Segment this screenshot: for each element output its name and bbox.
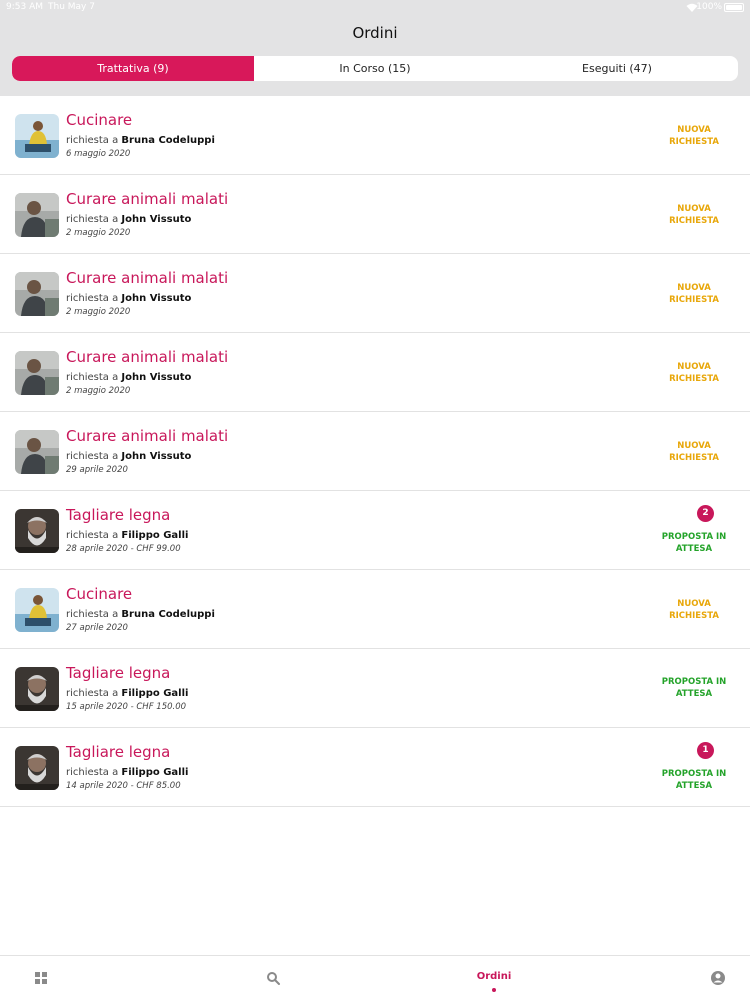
order-meta: 28 aprile 2020 - CHF 99.00 xyxy=(66,544,181,554)
order-row[interactable]: Tagliare legna richiesta a Filippo Galli… xyxy=(0,491,750,570)
order-row[interactable]: Curare animali malati richiesta a John V… xyxy=(0,333,750,412)
status-label: NUOVA RICHIESTA xyxy=(669,441,719,463)
battery-percent: 100% xyxy=(696,2,722,12)
profile-icon[interactable] xyxy=(710,970,726,986)
avatar xyxy=(15,351,59,395)
status-label: NUOVA RICHIESTA xyxy=(669,283,719,305)
order-row[interactable]: Curare animali malati richiesta a John V… xyxy=(0,254,750,333)
page-title: Ordini xyxy=(352,24,398,42)
avatar xyxy=(15,746,59,790)
tab-bar: Ordini xyxy=(0,955,750,1000)
status-label: PROPOSTA IN ATTESA xyxy=(661,677,727,699)
order-title: Tagliare legna xyxy=(66,506,171,524)
notification-badge: 1 xyxy=(697,742,714,759)
requester-name: John Vissuto xyxy=(121,372,192,383)
order-meta: 6 maggio 2020 xyxy=(66,149,131,159)
avatar xyxy=(15,509,59,553)
status-bar: 9:53 AM Thu May 7 100% xyxy=(6,2,744,14)
active-tab-indicator xyxy=(492,988,496,992)
order-subtitle: richiesta a Filippo Galli xyxy=(66,530,188,541)
requester-prefix: richiesta a xyxy=(66,372,119,383)
avatar xyxy=(15,430,59,474)
avatar xyxy=(15,272,59,316)
orders-list: Cucinare richiesta a Bruna Codeluppi 6 m… xyxy=(0,96,750,807)
status-label: PROPOSTA IN ATTESA xyxy=(661,532,727,554)
requester-name: Filippo Galli xyxy=(121,530,189,541)
order-row[interactable]: Curare animali malati richiesta a John V… xyxy=(0,175,750,254)
notification-badge: 2 xyxy=(697,505,714,522)
order-title: Cucinare xyxy=(66,111,133,129)
status-date: Thu May 7 xyxy=(48,2,95,12)
order-row[interactable]: Cucinare richiesta a Bruna Codeluppi 6 m… xyxy=(0,96,750,175)
order-subtitle: richiesta a John Vissuto xyxy=(66,451,191,462)
search-icon[interactable] xyxy=(265,970,281,986)
battery-icon xyxy=(724,3,744,12)
segment-in-corso[interactable]: In Corso (15) xyxy=(254,56,496,81)
order-row[interactable]: Tagliare legna richiesta a Filippo Galli… xyxy=(0,649,750,728)
requester-name: Filippo Galli xyxy=(121,767,189,778)
order-title: Cucinare xyxy=(66,585,133,603)
order-meta: 2 maggio 2020 xyxy=(66,307,131,317)
segment-eseguiti[interactable]: Eseguiti (47) xyxy=(496,56,738,81)
requester-prefix: richiesta a xyxy=(66,609,119,620)
status-time: 9:53 AM xyxy=(6,2,43,12)
grid-icon[interactable] xyxy=(33,970,49,986)
requester-prefix: richiesta a xyxy=(66,688,119,699)
status-label: PROPOSTA IN ATTESA xyxy=(661,769,727,791)
order-title: Tagliare legna xyxy=(66,664,171,682)
requester-prefix: richiesta a xyxy=(66,214,119,225)
order-subtitle: richiesta a Bruna Codeluppi xyxy=(66,135,215,146)
order-meta: 2 maggio 2020 xyxy=(66,386,131,396)
avatar xyxy=(15,193,59,237)
order-subtitle: richiesta a Filippo Galli xyxy=(66,688,188,699)
order-subtitle: richiesta a John Vissuto xyxy=(66,293,191,304)
avatar xyxy=(15,667,59,711)
requester-prefix: richiesta a xyxy=(66,530,119,541)
order-title: Curare animali malati xyxy=(66,269,229,287)
requester-prefix: richiesta a xyxy=(66,767,119,778)
segmented-control: Trattativa (9) In Corso (15) Eseguiti (4… xyxy=(12,56,738,81)
requester-prefix: richiesta a xyxy=(66,451,119,462)
requester-name: Filippo Galli xyxy=(121,688,189,699)
requester-name: Bruna Codeluppi xyxy=(121,609,215,620)
order-title: Curare animali malati xyxy=(66,348,229,366)
status-label: NUOVA RICHIESTA xyxy=(669,125,719,147)
order-row[interactable]: Cucinare richiesta a Bruna Codeluppi 27 … xyxy=(0,570,750,649)
avatar xyxy=(15,588,59,632)
segment-trattativa[interactable]: Trattativa (9) xyxy=(12,56,254,81)
order-meta: 2 maggio 2020 xyxy=(66,228,131,238)
order-title: Curare animali malati xyxy=(66,427,229,445)
order-row[interactable]: Tagliare legna richiesta a Filippo Galli… xyxy=(0,728,750,807)
tab-ordini[interactable]: Ordini xyxy=(470,971,518,982)
requester-prefix: richiesta a xyxy=(66,293,119,304)
order-subtitle: richiesta a John Vissuto xyxy=(66,372,191,383)
order-row[interactable]: Curare animali malati richiesta a John V… xyxy=(0,412,750,491)
order-subtitle: richiesta a Filippo Galli xyxy=(66,767,188,778)
requester-prefix: richiesta a xyxy=(66,135,119,146)
order-subtitle: richiesta a Bruna Codeluppi xyxy=(66,609,215,620)
order-title: Tagliare legna xyxy=(66,743,171,761)
order-subtitle: richiesta a John Vissuto xyxy=(66,214,191,225)
order-title: Curare animali malati xyxy=(66,190,229,208)
status-label: NUOVA RICHIESTA xyxy=(669,362,719,384)
order-meta: 14 aprile 2020 - CHF 85.00 xyxy=(66,781,181,791)
order-meta: 15 aprile 2020 - CHF 150.00 xyxy=(66,702,187,712)
status-label: NUOVA RICHIESTA xyxy=(669,599,719,621)
header: 9:53 AM Thu May 7 100% Ordini Trattativa… xyxy=(0,0,750,96)
order-meta: 29 aprile 2020 xyxy=(66,465,128,475)
requester-name: John Vissuto xyxy=(121,451,192,462)
order-meta: 27 aprile 2020 xyxy=(66,623,128,633)
requester-name: John Vissuto xyxy=(121,214,192,225)
avatar xyxy=(15,114,59,158)
requester-name: John Vissuto xyxy=(121,293,192,304)
status-label: NUOVA RICHIESTA xyxy=(669,204,719,226)
requester-name: Bruna Codeluppi xyxy=(121,135,215,146)
